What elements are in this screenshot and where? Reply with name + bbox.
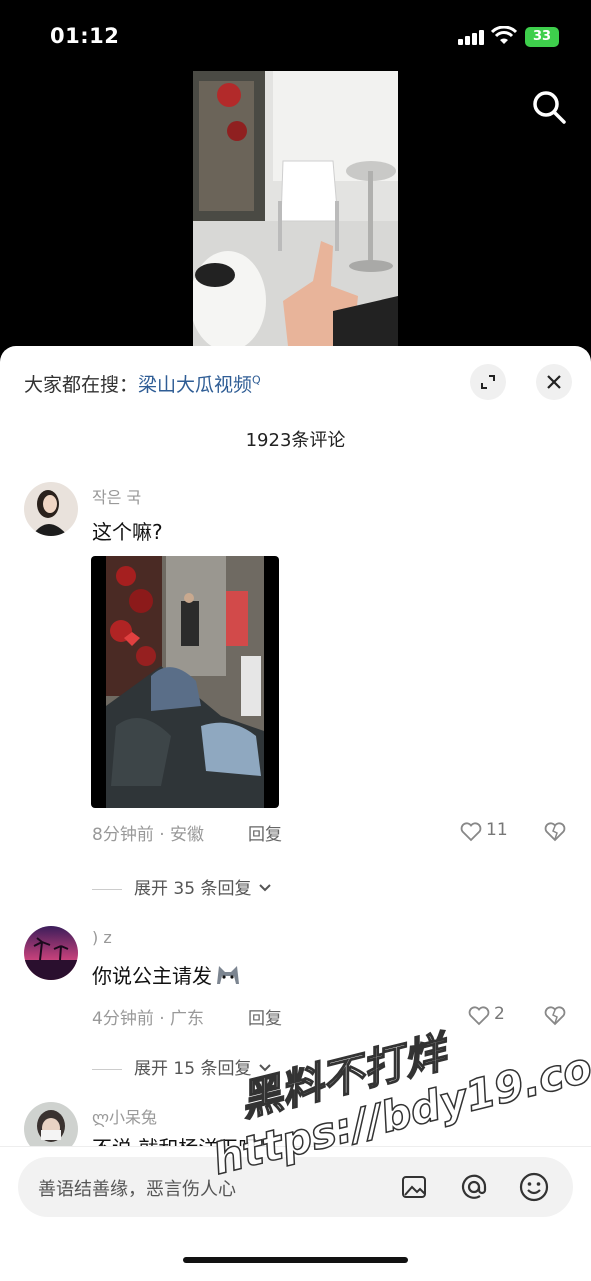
wifi-icon bbox=[491, 26, 517, 44]
expand-replies-label: 展开 15 条回复 bbox=[134, 1059, 252, 1079]
signal-icon bbox=[458, 30, 484, 45]
like-count: 11 bbox=[486, 820, 508, 840]
divider bbox=[92, 888, 122, 890]
fullscreen-button[interactable] bbox=[470, 364, 506, 400]
comment-input-placeholder: 善语结善缘，恶言伤人心 bbox=[38, 1179, 236, 1200]
hot-search-bar[interactable]: 大家都在搜：梁山大瓜视频Q bbox=[24, 370, 261, 397]
emoji-icon[interactable] bbox=[518, 1171, 550, 1203]
hot-search-prefix: 大家都在搜： bbox=[24, 374, 139, 396]
status-bar: 01:12 33 bbox=[0, 0, 591, 70]
video-frame-image bbox=[193, 71, 398, 346]
comment-meta: 4分钟前 · 广东 bbox=[92, 1009, 205, 1029]
home-indicator bbox=[183, 1257, 408, 1263]
comment-image[interactable] bbox=[91, 556, 279, 808]
comment-count: 1923条评论 bbox=[245, 430, 346, 451]
cat-emoji-icon bbox=[214, 962, 242, 993]
hot-search-keyword[interactable]: 梁山大瓜视频 bbox=[138, 374, 252, 396]
image-picker-icon[interactable] bbox=[400, 1173, 430, 1201]
search-icon[interactable] bbox=[530, 88, 568, 126]
battery-indicator: 33 bbox=[525, 27, 559, 47]
status-time: 01:12 bbox=[50, 24, 120, 48]
close-button[interactable] bbox=[536, 364, 572, 400]
comment-username[interactable]: ) z bbox=[92, 928, 112, 947]
expand-icon bbox=[481, 375, 495, 389]
comment-username[interactable]: ლ小呆兔 bbox=[92, 1104, 157, 1128]
comment-text-content: 你说公主请发 bbox=[92, 964, 212, 988]
comment-username[interactable]: 작은 국 bbox=[92, 484, 141, 508]
expand-replies-label: 展开 35 条回复 bbox=[134, 879, 252, 899]
close-icon bbox=[547, 375, 561, 389]
reply-button[interactable]: 回复 bbox=[248, 820, 282, 845]
avatar[interactable] bbox=[24, 482, 78, 536]
comment-text: 你说公主请发 bbox=[92, 960, 242, 993]
chevron-down-icon bbox=[259, 884, 271, 892]
comment-text: 这个嘛? bbox=[92, 520, 163, 544]
avatar[interactable] bbox=[24, 926, 78, 980]
video-player[interactable] bbox=[193, 71, 398, 346]
expand-replies[interactable]: 展开 35 条回复 bbox=[92, 874, 273, 899]
mention-icon[interactable] bbox=[458, 1171, 490, 1203]
comment-meta: 8分钟前 · 安徽 bbox=[92, 825, 205, 845]
search-small-icon: Q bbox=[252, 373, 261, 387]
reply-button[interactable]: 回复 bbox=[248, 1004, 282, 1029]
like-icon[interactable] bbox=[460, 822, 482, 842]
dislike-icon[interactable] bbox=[544, 822, 566, 842]
divider bbox=[92, 1068, 122, 1070]
